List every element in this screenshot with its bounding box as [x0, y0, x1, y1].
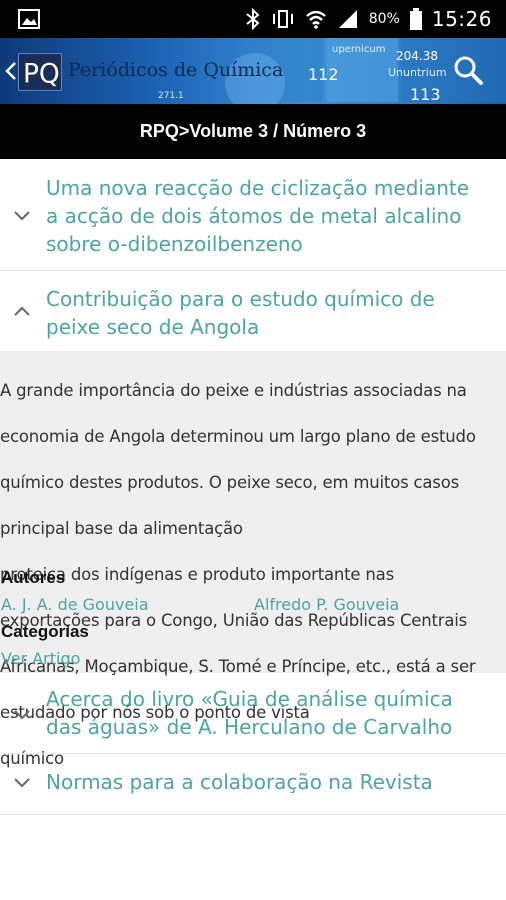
chevron-down-icon[interactable]	[12, 708, 32, 722]
status-bar: 80% 15:26	[0, 0, 506, 38]
banner-tile-text: 271.1	[158, 91, 184, 101]
screenshot-notification-icon	[18, 9, 40, 29]
svg-text:PQ: PQ	[23, 58, 60, 89]
article-title[interactable]: Normas para a colaboração na Revista	[46, 768, 496, 796]
view-article-link[interactable]: Ver Artigo	[1, 649, 80, 668]
battery-percent: 80%	[368, 11, 400, 27]
article-item[interactable]: Contribuição para o estudo químico de pe…	[0, 271, 506, 351]
vibrate-icon	[272, 10, 293, 28]
article-title[interactable]: Contribuição para o estudo químico de pe…	[46, 285, 496, 341]
categories-label: Categorias	[1, 622, 89, 641]
app-title: Periódicos de Química	[68, 59, 284, 81]
chevron-down-icon[interactable]	[12, 209, 32, 223]
article-item[interactable]: Acerca do livro «Guia de análise química…	[0, 673, 506, 753]
divider	[0, 814, 506, 815]
article-title-line: Contribuição para o estudo químico de	[46, 287, 435, 311]
article-item[interactable]: Normas para a colaboração na Revista	[0, 754, 506, 814]
abstract-line: economia de Angola determinou um largo p…	[0, 427, 476, 446]
article-title-line: sobre o-dibenzoilbenzeno	[46, 232, 303, 256]
clock: 15:26	[431, 7, 492, 31]
app-logo: PQ	[18, 53, 62, 91]
bluetooth-icon	[246, 8, 260, 30]
battery-icon	[409, 8, 422, 30]
banner-tile-text: upernicum	[332, 44, 385, 55]
abstract-line: A grande importância do peixe e indústri…	[0, 381, 467, 400]
chevron-up-icon[interactable]	[12, 304, 32, 318]
article-item[interactable]: Uma nova reacção de ciclização mediante …	[0, 160, 506, 270]
chevron-down-icon[interactable]	[12, 776, 32, 790]
article-title-line: Uma nova reacção de ciclização mediante	[46, 176, 470, 200]
article-title-line: a acção de dois átomos de metal alcalino	[46, 204, 462, 228]
abstract-line: principal base da alimentação	[0, 519, 243, 538]
app-bar: upernicum 112 204.38 Ununtrium 113 271.1…	[0, 38, 506, 104]
article-title[interactable]: Uma nova reacção de ciclização mediante …	[46, 174, 496, 258]
wifi-icon	[305, 10, 326, 29]
abstract-line: químico destes produtos. O peixe seco, e…	[0, 473, 459, 492]
banner-tile-text: 113	[410, 85, 441, 104]
article-title-line: peixe seco de Angola	[46, 315, 260, 339]
article-title-line: das águas» de A. Herculano de Carvalho	[46, 715, 453, 739]
search-icon[interactable]	[452, 54, 484, 86]
banner-tile-text: Ununtrium	[388, 66, 447, 79]
banner-tile-text: 204.38	[396, 49, 438, 63]
authors-label: Autores	[1, 568, 66, 587]
breadcrumb: RPQ>Volume 3 / Número 3	[139, 121, 367, 141]
article-title[interactable]: Acerca do livro «Guia de análise química…	[46, 685, 496, 741]
abstract-line: proteica dos indígenas e produto importa…	[0, 565, 394, 584]
author-link[interactable]: A. J. A. de Gouveia	[1, 595, 149, 614]
chevron-left-icon[interactable]	[4, 60, 18, 82]
article-title-line: Normas para a colaboração na Revista	[46, 770, 433, 794]
article-title-line: Acerca do livro «Guia de análise química	[46, 687, 453, 711]
signal-icon	[338, 10, 357, 28]
author-link[interactable]: Alfredo P. Gouveia	[254, 595, 399, 614]
banner-tile-text: 112	[308, 65, 339, 84]
breadcrumb-bar: RPQ>Volume 3 / Número 3	[0, 104, 506, 159]
